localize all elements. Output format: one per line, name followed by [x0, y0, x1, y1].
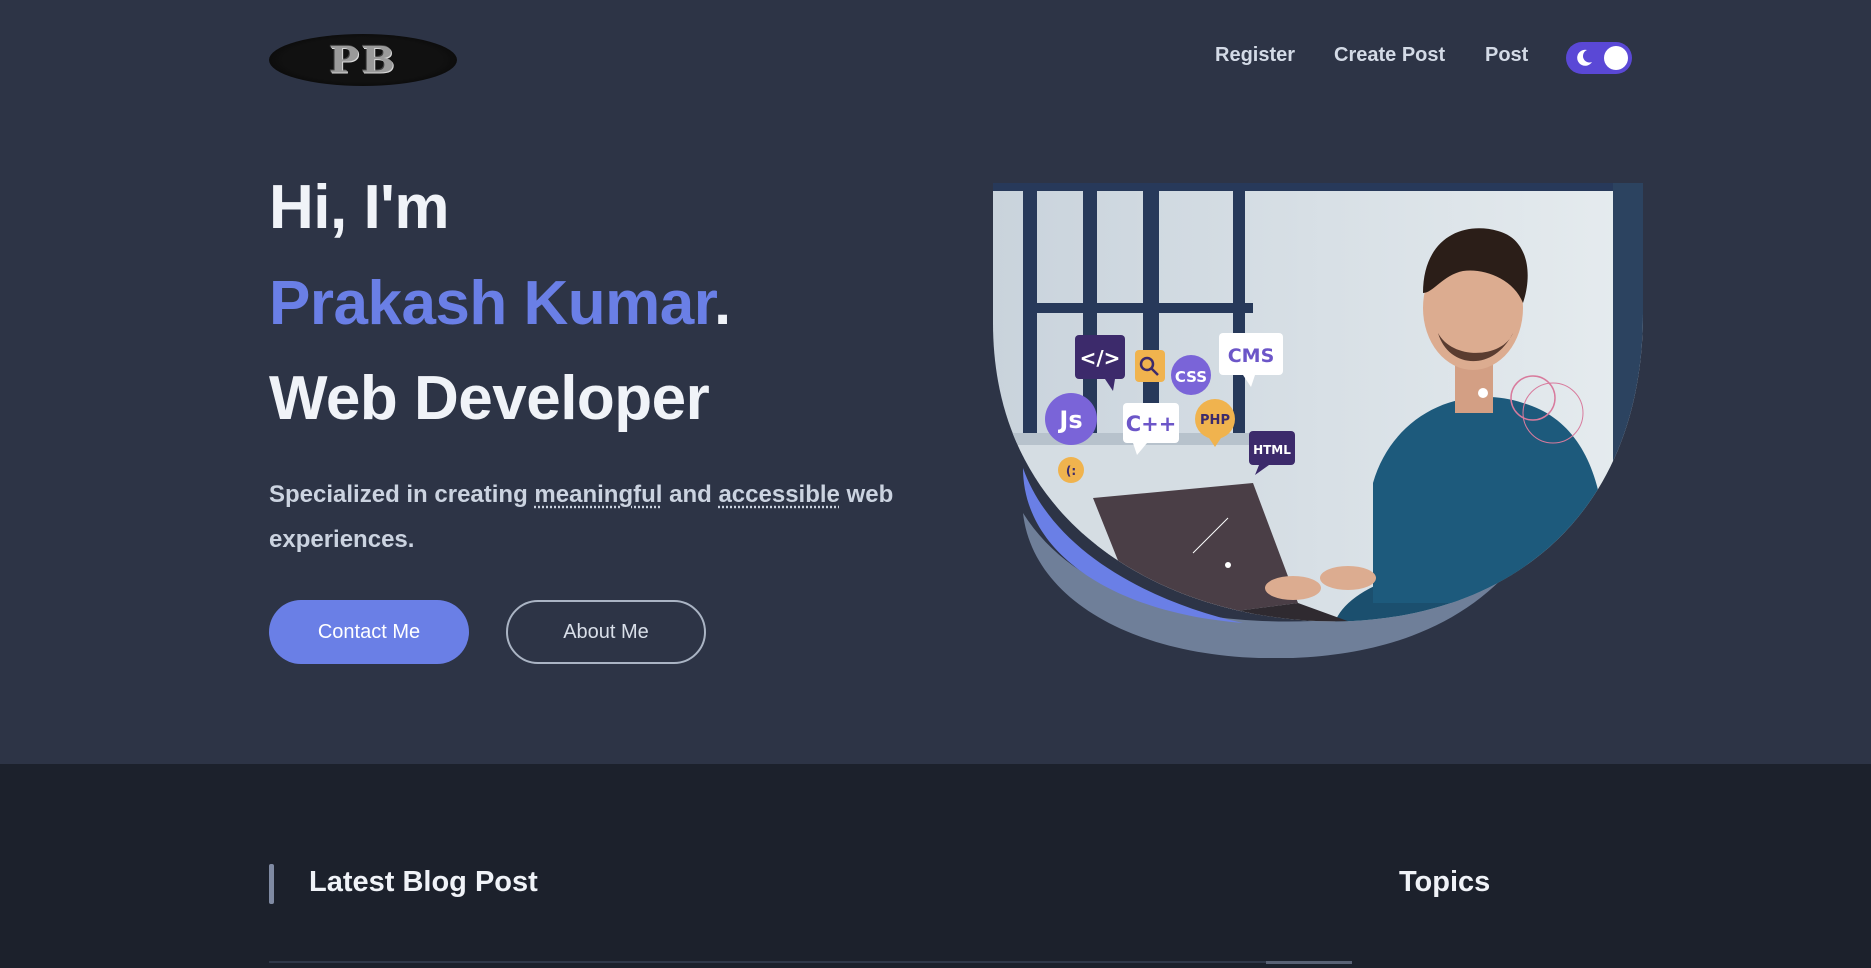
svg-text:CSS: CSS [1175, 368, 1207, 386]
nav-post-link[interactable]: Post [1485, 44, 1528, 67]
blog-section [0, 764, 1871, 968]
nav-create-post-link[interactable]: Create Post [1334, 44, 1445, 67]
svg-text:(:: (: [1066, 464, 1076, 478]
toggle-knob [1604, 46, 1628, 70]
svg-text:PHP: PHP [1200, 413, 1230, 428]
hero-greeting: Hi, I'm [269, 173, 450, 242]
theme-toggle[interactable] [1566, 42, 1632, 74]
svg-text:</>: </> [1080, 346, 1121, 370]
topics-heading: Topics [1399, 866, 1491, 898]
svg-text:CMS: CMS [1228, 345, 1275, 367]
tagline-text-1: Specialized in creating [269, 481, 535, 508]
about-me-button[interactable]: About Me [506, 600, 706, 664]
latest-blog-post-heading: Latest Blog Post [309, 866, 538, 898]
hero-name-suffix: . [713, 269, 731, 338]
svg-text:C++: C++ [1126, 412, 1177, 436]
nav-register-link[interactable]: Register [1215, 44, 1295, 67]
tagline-highlight-accessible: accessible [718, 481, 840, 508]
svg-text:HTML: HTML [1253, 443, 1291, 457]
section-accent-bar [269, 864, 274, 904]
blog-divider [269, 961, 1273, 963]
moon-icon [1577, 49, 1592, 66]
hero-name-line: Prakash Kumar. [269, 268, 731, 339]
site-logo[interactable]: PB [269, 34, 457, 86]
svg-text:Js: Js [1057, 406, 1082, 434]
topics-divider [1266, 961, 1352, 964]
contact-me-button[interactable]: Contact Me [269, 600, 469, 664]
hero-illustration: </> CSS CMS Js C++ PHP HTML (: [993, 183, 1643, 658]
logo-text: PB [329, 38, 397, 82]
hero-tagline: Specialized in creating meaningful and a… [269, 472, 929, 562]
tagline-highlight-meaningful: meaningful [534, 481, 663, 508]
hero-role: Web Developer [269, 364, 710, 433]
tagline-text-2: and [662, 481, 719, 508]
hero-name: Prakash Kumar [269, 269, 714, 338]
